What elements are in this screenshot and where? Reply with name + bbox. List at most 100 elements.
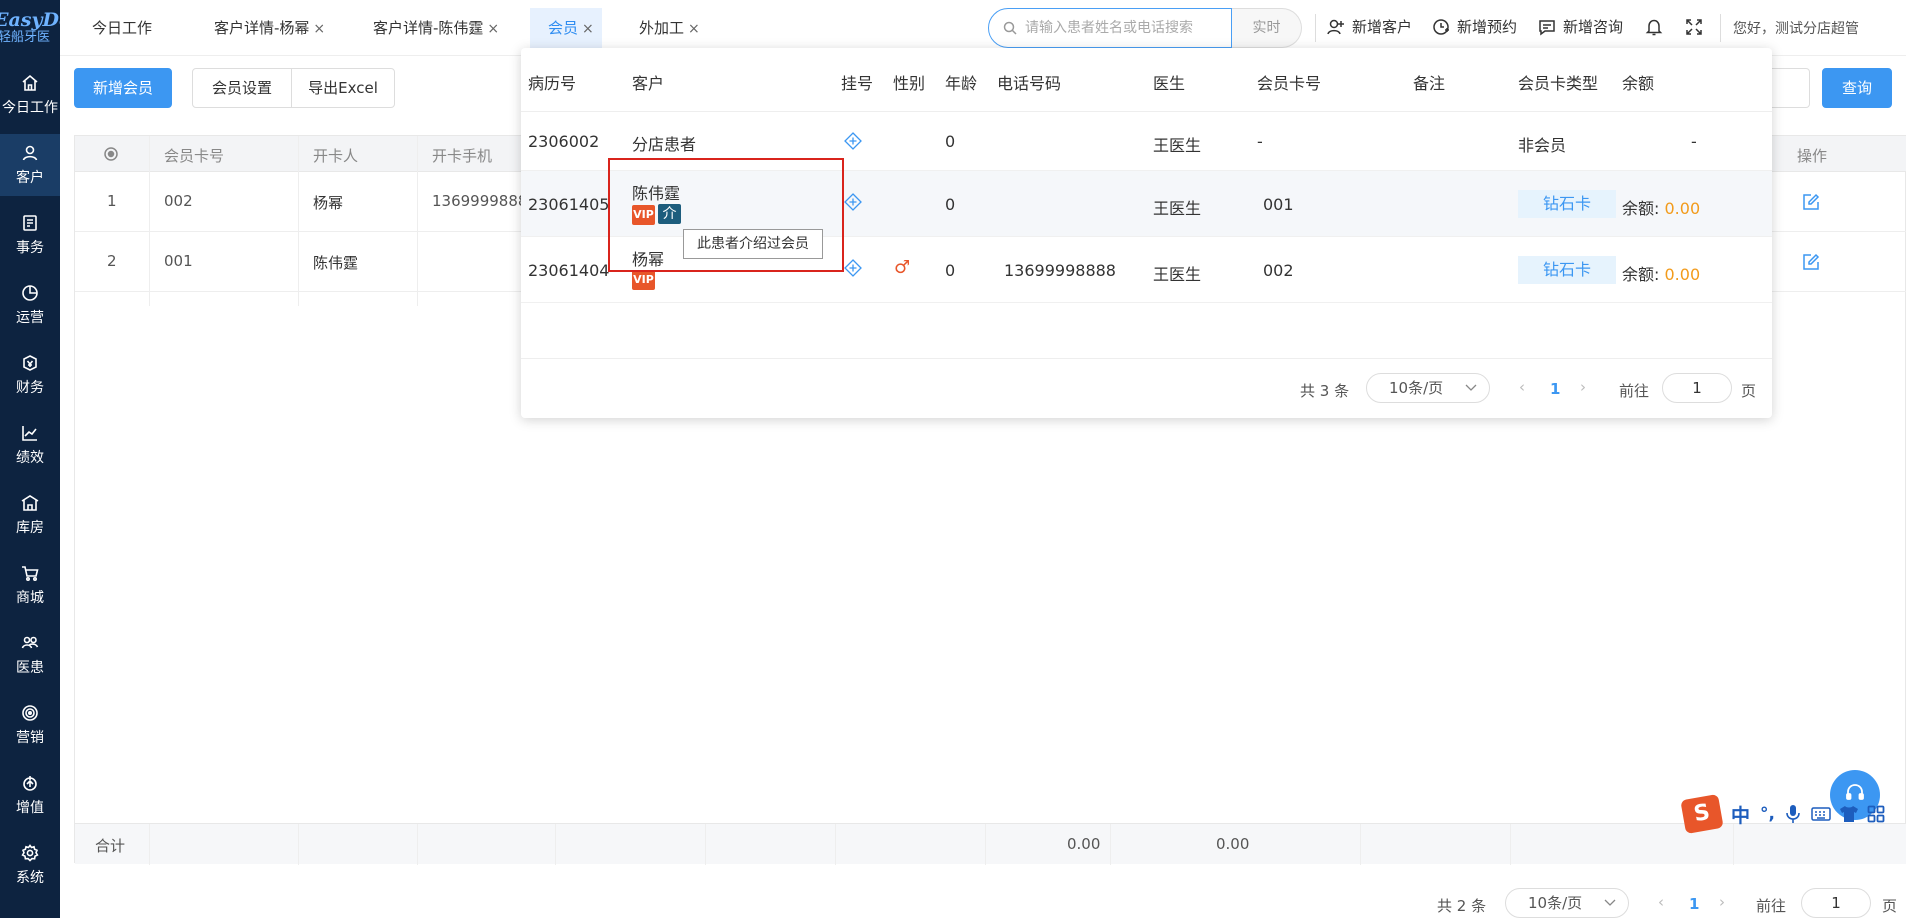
row-age: 0 bbox=[945, 132, 956, 151]
sidebar-item-label: 运营 bbox=[16, 310, 44, 326]
sidebar-item-today[interactable]: 今日工作 bbox=[0, 64, 60, 126]
sidebar-item-finance[interactable]: 财务 bbox=[0, 344, 60, 406]
fullscreen-button[interactable] bbox=[1684, 17, 1710, 37]
popup-pager-goto-label: 前往 bbox=[1619, 382, 1650, 400]
tab-customer-chenweiting[interactable]: 客户详情-陈伟霆 × bbox=[367, 8, 505, 48]
tab-today-work[interactable]: 今日工作 bbox=[86, 8, 158, 48]
add-customer-button[interactable]: 新增客户 bbox=[1326, 16, 1412, 37]
popup-pager-goto-input[interactable]: 1 bbox=[1662, 373, 1732, 403]
settings-dot-icon[interactable] bbox=[103, 146, 119, 162]
value-icon bbox=[23, 776, 37, 791]
column-divider bbox=[705, 824, 706, 865]
sidebar-item-doctor-patient[interactable]: 医患 bbox=[0, 624, 60, 686]
page-size-value: 10条/页 bbox=[1389, 379, 1444, 397]
home-icon bbox=[22, 74, 38, 91]
sidebar-item-label: 事务 bbox=[16, 240, 44, 256]
patient-search-input[interactable] bbox=[1023, 19, 1213, 37]
row-doctor: 王医生 bbox=[1153, 199, 1202, 218]
add-consult-label: 新增咨询 bbox=[1563, 18, 1624, 36]
column-divider bbox=[835, 824, 836, 865]
page-size-value: 10条/页 bbox=[1528, 894, 1583, 912]
add-member-button[interactable]: 新增会员 bbox=[74, 68, 172, 108]
main-pager-size-select[interactable]: 10条/页 bbox=[1505, 888, 1629, 918]
divider bbox=[1720, 14, 1721, 42]
app-logo: EasyDent 轻船牙医 bbox=[0, 0, 60, 56]
header-age: 年龄 bbox=[945, 74, 978, 93]
add-consult-button[interactable]: 新增咨询 bbox=[1537, 16, 1623, 37]
close-icon[interactable]: × bbox=[313, 21, 325, 37]
edit-icon[interactable] bbox=[1802, 193, 1820, 211]
sidebar-item-value-added[interactable]: 增值 bbox=[0, 764, 60, 826]
tab-label: 今日工作 bbox=[92, 19, 153, 37]
close-icon[interactable]: × bbox=[487, 21, 499, 37]
popup-pager-page-suffix: 页 bbox=[1741, 382, 1757, 400]
export-excel-button[interactable]: 导出Excel bbox=[291, 68, 395, 108]
realtime-button[interactable]: 实时 bbox=[1232, 8, 1302, 48]
row-card-no: - bbox=[1257, 132, 1263, 151]
popup-pager-size-select[interactable]: 10条/页 bbox=[1366, 373, 1490, 403]
prev-page-icon[interactable]: ‹ bbox=[1658, 893, 1664, 911]
sidebar-item-label: 今日工作 bbox=[2, 100, 58, 116]
row-age: 0 bbox=[945, 195, 956, 214]
tab-customer-yangmi[interactable]: 客户详情-杨幂 × bbox=[208, 8, 331, 48]
tab-member[interactable]: 会员 × bbox=[530, 8, 602, 48]
divider bbox=[521, 358, 1772, 359]
header-doctor: 医生 bbox=[1153, 74, 1186, 93]
row-balance: 余额: 0.00 bbox=[1622, 261, 1700, 285]
sidebar-item-affairs[interactable]: 事务 bbox=[0, 204, 60, 266]
column-divider bbox=[1510, 824, 1511, 865]
main-pager-goto-input[interactable]: 1 bbox=[1801, 888, 1871, 918]
sidebar-item-system[interactable]: 系统 bbox=[0, 834, 60, 896]
chart-icon bbox=[22, 426, 37, 441]
balance-amount: 0.00 bbox=[1664, 199, 1701, 218]
edit-icon[interactable] bbox=[1802, 253, 1820, 271]
main-pager-current[interactable]: 1 bbox=[1689, 895, 1699, 913]
header-card-no: 会员卡号 bbox=[164, 147, 225, 165]
row-index: 1 bbox=[107, 192, 117, 210]
close-icon[interactable]: × bbox=[688, 21, 700, 37]
sidebar-item-mall[interactable]: 商城 bbox=[0, 554, 60, 616]
sidebar-item-marketing[interactable]: 营销 bbox=[0, 694, 60, 756]
skin-icon[interactable] bbox=[1839, 805, 1859, 823]
tab-outsourcing[interactable]: 外加工 × bbox=[633, 8, 706, 48]
registration-icon[interactable] bbox=[844, 132, 862, 150]
user-icon bbox=[22, 145, 38, 161]
row-holder: 陈伟霆 bbox=[313, 254, 359, 272]
prev-page-icon[interactable]: ‹ bbox=[1519, 378, 1525, 396]
finance-icon bbox=[23, 355, 37, 371]
sidebar-item-label: 医患 bbox=[16, 660, 44, 676]
close-icon[interactable]: × bbox=[582, 21, 594, 37]
row-holder: 杨幂 bbox=[313, 194, 344, 212]
ime-punctuation[interactable]: °, bbox=[1760, 804, 1775, 824]
main-pager-page-suffix: 页 bbox=[1882, 897, 1898, 915]
query-button[interactable]: 查询 bbox=[1822, 68, 1892, 108]
sidebar-item-performance[interactable]: 绩效 bbox=[0, 414, 60, 476]
registration-icon[interactable] bbox=[844, 259, 862, 277]
add-appointment-button[interactable]: 新增预约 bbox=[1431, 16, 1517, 37]
row-card-no: 001 bbox=[164, 252, 193, 270]
sogou-logo-icon[interactable]: S bbox=[1680, 793, 1724, 835]
message-icon bbox=[1539, 19, 1555, 35]
row-index: 2 bbox=[107, 252, 117, 270]
row-record-no: 2306002 bbox=[528, 132, 600, 151]
next-page-icon[interactable]: › bbox=[1580, 378, 1586, 396]
keyboard-icon[interactable] bbox=[1811, 806, 1831, 822]
row-doctor: 王医生 bbox=[1153, 265, 1202, 284]
toolbox-icon[interactable] bbox=[1867, 805, 1885, 823]
header-holder: 开卡人 bbox=[313, 147, 359, 165]
ime-chinese-mode[interactable]: 中 bbox=[1731, 801, 1750, 828]
column-divider bbox=[1110, 824, 1111, 865]
column-divider bbox=[985, 824, 986, 865]
sidebar-item-warehouse[interactable]: 库房 bbox=[0, 484, 60, 546]
row-card-no: 001 bbox=[1263, 195, 1294, 214]
user-greeting[interactable]: 您好，测试分店超管 bbox=[1733, 18, 1859, 38]
registration-icon[interactable] bbox=[844, 193, 862, 211]
tab-label: 客户详情-陈伟霆 bbox=[373, 19, 484, 37]
sidebar-item-operation[interactable]: 运营 bbox=[0, 274, 60, 336]
microphone-icon[interactable] bbox=[1785, 804, 1801, 824]
notification-button[interactable] bbox=[1644, 17, 1670, 37]
popup-pager-current[interactable]: 1 bbox=[1550, 380, 1560, 398]
member-settings-button[interactable]: 会员设置 bbox=[192, 68, 292, 108]
next-page-icon[interactable]: › bbox=[1719, 893, 1725, 911]
sidebar-item-customer[interactable]: 客户 bbox=[0, 134, 60, 196]
